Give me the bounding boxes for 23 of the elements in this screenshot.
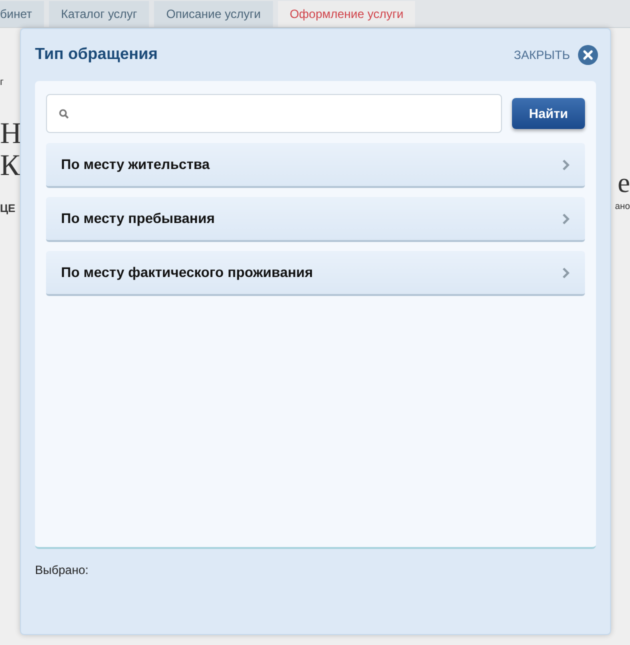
chevron-right-icon	[562, 212, 570, 224]
nav-tab[interactable]: Каталог услуг	[48, 1, 150, 27]
page-heading: Н	[0, 118, 20, 150]
selected-label: Выбрано:	[35, 562, 90, 579]
search-field[interactable]	[46, 94, 502, 133]
page-text: ано	[615, 202, 630, 211]
page-heading: е	[618, 168, 630, 200]
nav-tab[interactable]: бинет	[0, 1, 44, 27]
chevron-right-icon	[562, 158, 570, 170]
nav-tab[interactable]: Оформление услуги	[278, 1, 416, 27]
option-item[interactable]: По месту жительства	[46, 143, 585, 188]
dialog-title: Тип обращения	[35, 45, 158, 65]
option-item[interactable]: По месту пребывания	[46, 197, 585, 242]
close-button[interactable]: ЗАКРЫТЬ	[514, 45, 598, 65]
nav-tab[interactable]: Описание услуги	[154, 1, 273, 27]
page-text: г	[0, 78, 5, 88]
search-icon	[59, 108, 69, 118]
page-text: ЦЕ	[0, 204, 16, 215]
option-item[interactable]: По месту фактического проживания	[46, 251, 585, 296]
search-button[interactable]: Найти	[512, 98, 585, 129]
close-icon	[578, 45, 598, 65]
chevron-right-icon	[562, 266, 570, 278]
page-heading: К	[0, 150, 20, 182]
